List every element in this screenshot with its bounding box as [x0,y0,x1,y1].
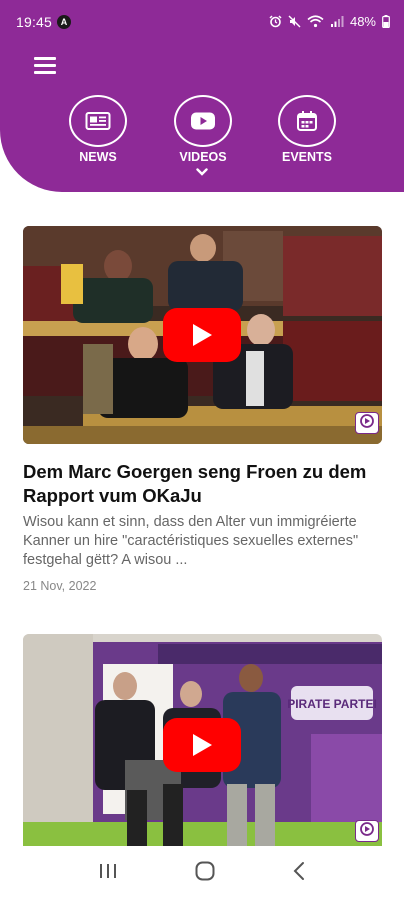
pirate-logo-badge [355,820,379,842]
play-button[interactable] [163,718,241,772]
battery-icon [382,15,390,28]
play-button[interactable] [163,308,241,362]
status-a-badge: A [57,15,71,29]
nav-videos-circle [174,95,232,147]
alarm-icon [269,15,282,28]
back-icon[interactable] [292,861,306,886]
recents-icon[interactable] [98,862,118,885]
menu-line [34,71,56,74]
system-nav-bar [0,846,404,900]
home-icon[interactable] [194,860,216,887]
video-card: PIRATE PARTEI [23,634,382,846]
battery-percent: 48% [349,14,376,29]
nav-news[interactable]: NEWS [68,95,128,164]
nav-events[interactable]: EVENTS [277,95,337,164]
video-title[interactable]: Dem Marc Goergen seng Froen zu dem Rappo… [23,460,382,508]
status-time: 19:45 [16,14,53,30]
nav-videos[interactable]: VIDEOS [173,95,233,164]
mute-icon [288,15,301,28]
video-excerpt: Wisou kann et sinn, dass den Alter vun i… [23,514,359,568]
calendar-icon [297,111,317,131]
video-card: Dem Marc Goergen seng Froen zu dem Rappo… [23,226,382,593]
play-icon [193,734,212,756]
newspaper-icon [85,112,111,130]
youtube-icon [191,112,215,130]
app: 19:45 A 48% NEWS VIDEOS EVENTS Dem Marc … [0,0,404,900]
menu-line [34,64,56,67]
nav-events-label: EVENTS [281,150,332,164]
pirate-sign-text: PIRATE PARTEI [287,697,377,711]
nav-events-circle [278,95,336,147]
chevron-down-icon [196,168,208,176]
pirate-logo-badge [355,412,379,434]
video-thumbnail[interactable] [23,226,382,444]
nav-news-label: NEWS [79,150,117,164]
menu-line [34,57,56,60]
video-date: 21 Nov, 2022 [23,579,97,593]
signal-icon [330,16,344,27]
status-icons: 48% [269,14,390,29]
status-bar: 19:45 A 48% [0,0,404,44]
video-thumbnail[interactable]: PIRATE PARTEI [23,634,382,846]
menu-button[interactable] [34,55,58,75]
play-icon [193,324,212,346]
wifi-icon [307,15,324,28]
nav-videos-label: VIDEOS [179,150,227,164]
nav-news-circle [69,95,127,147]
